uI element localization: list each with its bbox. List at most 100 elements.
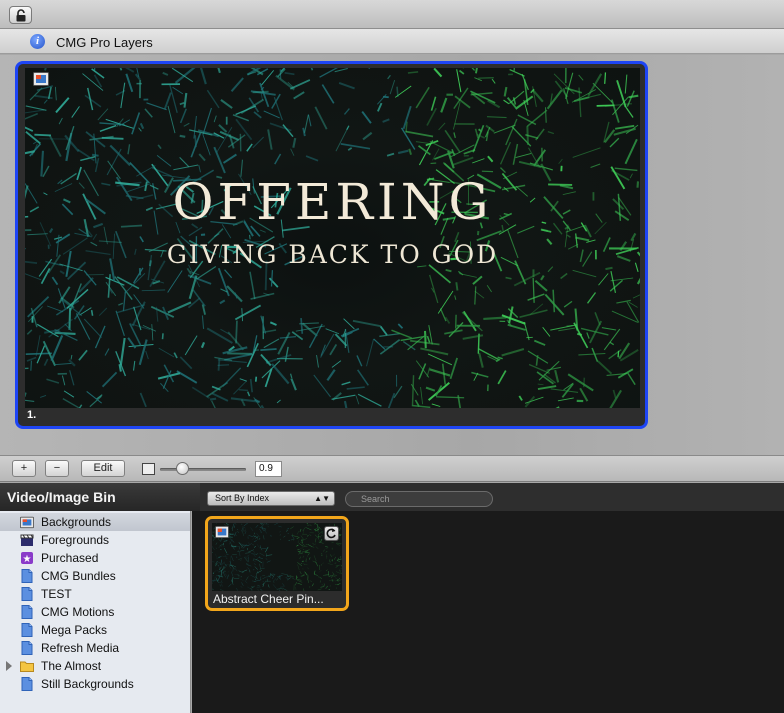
disclosure-triangle-icon[interactable] <box>6 661 12 671</box>
top-bar <box>0 0 784 29</box>
particle-streak <box>302 529 305 536</box>
particle-streak <box>232 576 234 583</box>
particle-streak <box>331 360 342 368</box>
layer-card[interactable]: OFFERING GIVING BACK TO GOD 1. <box>15 61 648 429</box>
edit-button[interactable]: Edit <box>81 460 125 477</box>
particle-streak <box>537 385 557 391</box>
info-icon[interactable]: i <box>30 34 45 49</box>
particle-streak <box>282 588 288 591</box>
particle-streak <box>55 97 70 114</box>
sidebar-item[interactable]: ★ Purchased <box>0 549 190 567</box>
particle-streak <box>290 378 297 391</box>
loop-icon[interactable] <box>324 526 339 541</box>
particle-streak <box>303 564 308 565</box>
particle-streak <box>46 378 60 384</box>
remove-layer-button[interactable]: − <box>45 460 69 477</box>
zoom-fit-icon[interactable] <box>142 463 155 475</box>
sidebar-item[interactable]: Foregrounds <box>0 531 190 549</box>
particle-streak <box>572 269 597 278</box>
sidebar-item[interactable]: Backgrounds <box>0 513 190 531</box>
layer-toolbar: + − Edit 0.9 <box>0 455 784 482</box>
particle-streak <box>266 554 273 556</box>
particle-streak <box>478 352 484 368</box>
particle-streak <box>287 533 290 534</box>
particle-streak <box>286 575 292 577</box>
particle-streak <box>290 526 294 529</box>
particle-streak <box>217 68 221 74</box>
particle-streak <box>225 557 228 559</box>
particle-streak <box>54 331 76 336</box>
sort-dropdown[interactable]: Sort By Index ▲▼ <box>207 491 335 506</box>
particle-streak <box>318 541 324 544</box>
particle-streak <box>61 375 66 386</box>
particle-streak <box>624 105 634 118</box>
particle-streak <box>167 270 183 293</box>
particle-streak <box>397 323 404 329</box>
particle-streak <box>426 107 437 126</box>
particle-streak <box>314 570 316 575</box>
sidebar-item[interactable]: Mega Packs <box>0 621 190 639</box>
particle-streak <box>321 584 325 587</box>
media-item[interactable]: Abstract Cheer Pin... <box>205 516 349 611</box>
sidebar-item[interactable]: Refresh Media <box>0 639 190 657</box>
particle-streak <box>566 234 571 238</box>
sidebar-item[interactable]: Still Backgrounds <box>0 675 190 693</box>
particle-streak <box>232 114 250 122</box>
particle-streak <box>59 270 65 275</box>
search-input[interactable]: Search <box>345 491 493 507</box>
media-icon <box>215 526 229 538</box>
particle-streak <box>572 147 601 158</box>
particle-streak <box>50 334 64 362</box>
sidebar-item[interactable]: The Almost <box>0 657 190 675</box>
particle-streak <box>191 386 210 399</box>
particle-streak <box>420 347 449 356</box>
particle-streak <box>86 87 94 111</box>
particle-streak <box>284 71 295 76</box>
lock-button[interactable] <box>9 6 32 24</box>
sidebar-item[interactable]: CMG Bundles <box>0 567 190 585</box>
particle-streak <box>440 97 448 113</box>
particle-streak <box>43 358 49 367</box>
particle-streak <box>220 549 222 551</box>
particle-streak <box>334 68 348 73</box>
particle-streak <box>545 107 547 123</box>
particle-streak <box>291 577 295 580</box>
particle-streak <box>357 393 382 407</box>
particle-streak <box>83 270 97 286</box>
particle-streak <box>215 542 218 545</box>
particle-streak <box>356 355 363 367</box>
particle-streak <box>396 86 399 97</box>
particle-streak <box>26 329 33 335</box>
particle-streak <box>115 310 125 336</box>
particle-streak <box>255 524 259 528</box>
layer-preview[interactable]: OFFERING GIVING BACK TO GOD <box>25 68 640 408</box>
particle-streak <box>218 124 228 133</box>
particle-streak <box>285 577 289 580</box>
particle-streak <box>611 310 639 323</box>
particle-streak <box>389 79 396 95</box>
particle-streak <box>586 332 590 339</box>
zoom-slider[interactable] <box>160 468 246 471</box>
particle-streak <box>474 128 479 139</box>
add-layer-button[interactable]: + <box>12 460 36 477</box>
particle-streak <box>125 73 134 93</box>
sidebar-item[interactable]: CMG Motions <box>0 603 190 621</box>
zoom-value-field[interactable]: 0.9 <box>255 461 282 477</box>
particle-streak <box>105 281 117 297</box>
particle-streak <box>255 558 258 561</box>
layer-title-text: OFFERING <box>172 173 493 231</box>
particle-streak <box>206 327 233 344</box>
particle-streak <box>250 527 254 532</box>
particle-streak <box>167 105 176 134</box>
sidebar-item-label: CMG Bundles <box>41 569 116 583</box>
particle-streak <box>501 348 525 357</box>
sidebar-item-label: Refresh Media <box>41 641 120 655</box>
particle-streak <box>233 523 236 524</box>
particle-streak <box>594 312 601 326</box>
sidebar-item-label: TEST <box>41 587 72 601</box>
zoom-slider-thumb[interactable] <box>175 462 189 475</box>
sidebar-item[interactable]: TEST <box>0 585 190 603</box>
particle-streak <box>377 102 383 112</box>
particle-streak <box>497 370 507 385</box>
particle-streak <box>265 523 268 524</box>
